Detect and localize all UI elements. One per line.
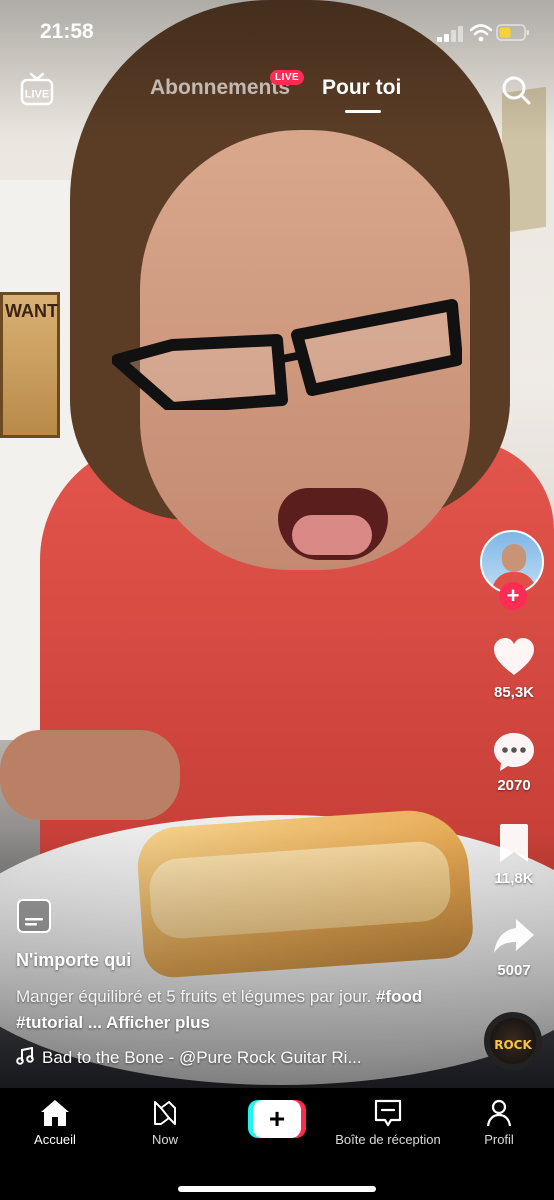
glasses [112, 299, 462, 410]
poster-text: WANT [5, 301, 58, 321]
wifi-icon [470, 24, 492, 42]
music-disc-label: ROCK [494, 1038, 532, 1052]
like-count: 85,3K [493, 684, 535, 701]
search-icon[interactable] [500, 74, 532, 106]
inbox-icon [374, 1099, 402, 1127]
home-indicator [178, 1186, 376, 1192]
share-count: 5007 [497, 962, 531, 979]
captions-icon[interactable] [16, 898, 52, 934]
nav-profile-label: Profil [484, 1132, 514, 1147]
tab-following[interactable]: Abonnements [150, 76, 290, 100]
video-player[interactable]: WANT [0, 0, 554, 1088]
profile-icon [486, 1099, 512, 1127]
person-arm [0, 730, 180, 820]
comment-count: 2070 [497, 777, 531, 794]
creator-username[interactable]: N'importe qui [16, 950, 131, 971]
status-bar: 21:58 [0, 0, 554, 60]
nav-now-label: Now [151, 1132, 178, 1147]
home-icon [41, 1100, 69, 1126]
nav-now[interactable]: Now [136, 1098, 194, 1147]
heart-icon[interactable] [492, 636, 536, 680]
music-track[interactable]: Bad to the Bone - @Pure Rock Guitar Ri..… [16, 1047, 362, 1068]
nav-home[interactable]: Accueil [26, 1098, 84, 1147]
battery-icon [496, 24, 529, 41]
bottom-nav: Accueil Now + Boîte de réception Profil [0, 1088, 554, 1200]
music-title: Bad to the Bone - @Pure Rock Guitar Ri..… [42, 1048, 362, 1067]
video-caption: Manger équilibré et 5 fruits et légumes … [16, 984, 446, 1036]
create-plus-icon: + [253, 1100, 301, 1138]
status-time: 21:58 [40, 20, 94, 43]
save-count: 11,8K [494, 870, 534, 887]
nav-inbox-label: Boîte de réception [335, 1132, 441, 1147]
avatar-head [502, 544, 526, 572]
follow-button[interactable]: + [499, 582, 527, 610]
share-icon[interactable] [492, 915, 536, 959]
tab-for-you[interactable]: Pour toi [322, 76, 401, 100]
music-note-icon [16, 1047, 34, 1065]
live-icon-text: LIVE [25, 89, 49, 101]
comment-icon[interactable] [492, 730, 536, 774]
person-tongue [292, 515, 372, 555]
nav-inbox[interactable]: Boîte de réception [325, 1098, 451, 1147]
now-icon [154, 1101, 176, 1125]
active-tab-indicator [345, 110, 381, 113]
nav-profile[interactable]: Profil [470, 1098, 528, 1147]
nav-home-label: Accueil [34, 1132, 76, 1147]
wanted-poster: WANT [0, 292, 60, 438]
live-badge: LIVE [270, 70, 305, 85]
live-icon[interactable]: LIVE [20, 72, 54, 106]
bookmark-icon[interactable] [492, 822, 536, 866]
caption-text: Manger équilibré et 5 fruits et légumes … [16, 987, 372, 1006]
show-more-link[interactable]: ... Afficher plus [88, 1013, 210, 1032]
signal-icon [437, 26, 463, 42]
create-button[interactable]: + [248, 1100, 306, 1138]
music-disc[interactable]: ROCK [484, 1012, 542, 1070]
